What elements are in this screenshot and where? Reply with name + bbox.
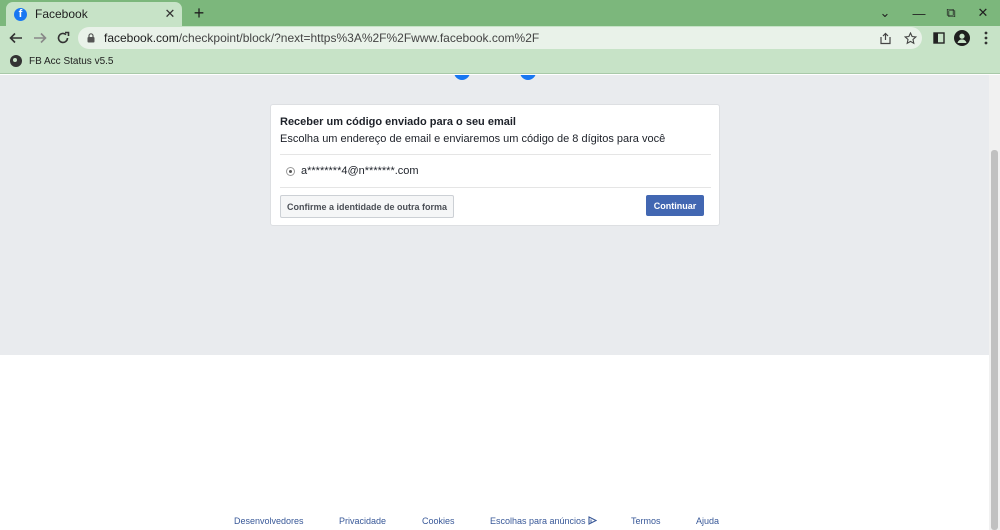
bookmark-fb-acc-status[interactable]: FB Acc Status v5.5 [10,55,113,67]
divider [280,187,711,188]
tab-title: Facebook [35,7,88,21]
footer-link-cookies[interactable]: Cookies [422,516,455,526]
page-footer: Desenvolvedores Privacidade Cookies Esco… [0,516,989,530]
step-indicator-icon [520,75,536,80]
reload-icon[interactable] [53,28,73,48]
page-scrollbar[interactable] [989,75,1000,530]
extension-icon [10,55,22,67]
minimize-icon[interactable]: — [902,0,936,26]
side-panel-icon[interactable] [929,28,949,48]
address-bar[interactable]: facebook.com/checkpoint/block/?next=http… [78,27,922,49]
profile-icon[interactable] [952,28,972,48]
browser-toolbar: facebook.com/checkpoint/block/?next=http… [0,26,1000,50]
back-icon[interactable] [6,28,26,48]
tab-search-icon[interactable]: ⌄ [868,0,902,26]
step-indicator-icon [454,75,470,80]
url-text: facebook.com/checkpoint/block/?next=http… [104,31,539,45]
continue-button[interactable]: Continuar [646,195,704,216]
footer-adchoices[interactable]: Escolhas para anúncios [490,516,597,526]
lock-icon[interactable] [87,33,95,43]
restore-icon[interactable]: ⧉ [934,0,968,26]
page-viewport: Receber um código enviado para o seu ema… [0,75,1000,530]
url-path: /checkpoint/block/?next=https%3A%2F%2Fww… [178,31,540,45]
new-tab-button[interactable]: + [189,3,209,23]
confirm-other-way-button[interactable]: Confirme a identidade de outra forma [280,195,455,218]
email-option-label[interactable]: a********4@n*******.com [301,165,419,177]
footer-link-ad-choices[interactable]: Escolhas para anúncios [490,516,586,526]
tab-facebook[interactable]: f Facebook ✕ [6,2,182,26]
email-radio[interactable] [286,167,295,176]
share-icon[interactable] [876,29,894,47]
checkpoint-background: Receber um código enviado para o seu ema… [0,75,989,355]
tab-close-icon[interactable]: ✕ [162,6,178,22]
card-title: Receber um código enviado para o seu ema… [280,116,516,128]
bookmark-label: FB Acc Status v5.5 [29,55,114,67]
forward-icon[interactable] [30,28,50,48]
footer-link-privacy[interactable]: Privacidade [339,516,386,526]
url-domain: facebook.com [104,31,179,45]
window-close-icon[interactable]: ✕ [966,0,1000,26]
tab-strip: f Facebook ✕ + ⌄ — ⧉ ✕ [0,0,1000,26]
adchoices-icon [588,516,597,525]
verification-card: Receber um código enviado para o seu ema… [270,104,720,226]
footer-link-terms[interactable]: Termos [631,516,661,526]
footer-link-developers[interactable]: Desenvolvedores [234,516,304,526]
bookmarks-bar: FB Acc Status v5.5 [0,50,1000,74]
menu-icon[interactable] [976,28,996,48]
scrollbar-thumb[interactable] [991,150,998,530]
divider [280,154,711,155]
card-description: Escolha um endereço de email e enviaremo… [280,133,666,145]
star-icon[interactable] [901,29,919,47]
facebook-favicon-icon: f [14,7,27,21]
footer-link-help[interactable]: Ajuda [696,516,719,526]
